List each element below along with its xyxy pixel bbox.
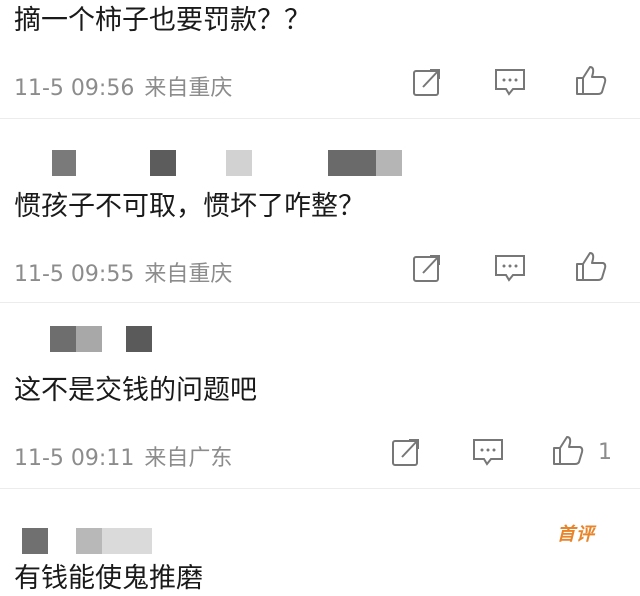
comment-meta: 11-5 09:56 来自重庆 — [14, 70, 232, 102]
username-redacted — [76, 326, 102, 352]
share-icon[interactable] — [411, 252, 445, 284]
first-comment-badge: 首评 — [557, 524, 595, 545]
like-icon[interactable] — [574, 64, 608, 96]
comment-text: 惯孩子不可取，惯坏了咋整？ — [14, 191, 365, 222]
comment-text: 这不是交钱的问题吧 — [14, 375, 257, 406]
username-redacted — [102, 528, 152, 554]
comment-icon[interactable] — [493, 252, 527, 284]
comment-text: 摘一个柿子也要罚款？？ — [14, 5, 311, 36]
username-redacted — [76, 528, 102, 554]
username-redacted — [150, 150, 176, 176]
like-icon[interactable] — [574, 250, 608, 282]
comment-icon[interactable] — [471, 436, 505, 468]
username-redacted — [22, 528, 48, 554]
comment-time: 11-5 09:55 — [14, 262, 135, 287]
comment-time: 11-5 09:56 — [14, 76, 135, 101]
share-icon[interactable] — [390, 436, 424, 468]
comment-text: 有钱能使鬼推磨 — [14, 563, 203, 594]
like-count: 1 — [598, 440, 612, 465]
like-icon[interactable] — [551, 434, 585, 466]
divider — [0, 118, 640, 119]
username-redacted — [126, 326, 152, 352]
username-redacted — [328, 150, 376, 176]
comment-meta: 11-5 09:11 来自广东 — [14, 440, 232, 472]
username-redacted — [50, 326, 76, 352]
divider — [0, 302, 640, 303]
comment-location: 来自广东 — [144, 446, 233, 471]
divider — [0, 488, 640, 489]
username-redacted — [376, 150, 402, 176]
comment-time: 11-5 09:11 — [14, 446, 135, 471]
username-redacted — [226, 150, 252, 176]
username-redacted — [52, 150, 76, 176]
comment-meta: 11-5 09:55 来自重庆 — [14, 256, 232, 288]
share-icon[interactable] — [411, 66, 445, 98]
comment-location: 来自重庆 — [144, 262, 233, 287]
comment-icon[interactable] — [493, 66, 527, 98]
comment-location: 来自重庆 — [144, 76, 233, 101]
